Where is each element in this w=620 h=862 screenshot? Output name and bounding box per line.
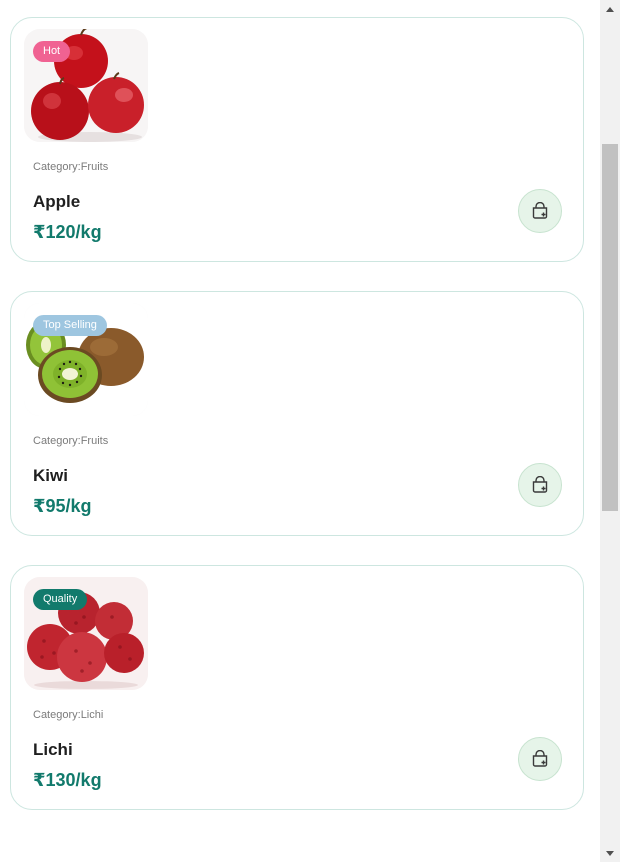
add-to-bag-icon [532,476,548,493]
product-card-kiwi[interactable]: Top Selling Category:Fruits Kiwi ₹95/kg [10,291,584,536]
product-name: Apple [33,192,81,211]
add-to-bag-icon [532,750,548,767]
product-category: Category:Lichi [33,709,104,721]
product-category: Category:Fruits [33,435,109,447]
product-price: ₹120/kg [33,222,102,242]
add-to-bag-icon [532,202,548,219]
product-name: Kiwi [33,466,68,485]
scroll-down-arrow-icon[interactable] [600,845,620,862]
product-category: Category:Fruits [33,161,109,173]
add-to-cart-button[interactable] [518,463,562,507]
scrollbar-thumb[interactable] [602,144,618,511]
badge-quality: Quality [33,589,88,610]
product-list: Hot Category:Fruits Apple ₹120/kg Top Se… [0,0,600,862]
product-price: ₹130/kg [33,770,102,790]
add-to-cart-button[interactable] [518,737,562,781]
badge-hot: Hot [33,41,71,62]
product-card-apple[interactable]: Hot Category:Fruits Apple ₹120/kg [10,17,584,262]
badge-top-selling: Top Selling [33,315,107,336]
product-card-lichi[interactable]: Quality Category:Lichi Lichi ₹130/kg [10,565,584,810]
scroll-up-arrow-icon[interactable] [600,0,620,17]
product-name: Lichi [33,740,73,759]
add-to-cart-button[interactable] [518,189,562,233]
vertical-scrollbar[interactable] [600,0,620,862]
product-price: ₹95/kg [33,496,92,516]
